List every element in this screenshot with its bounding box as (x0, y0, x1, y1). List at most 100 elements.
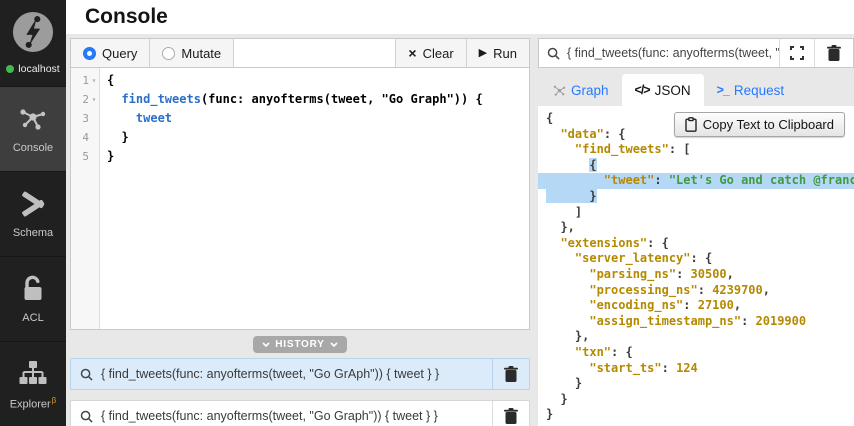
request-icon: >_ (717, 83, 729, 97)
server-status: localhost (6, 63, 59, 75)
query-mode-radio[interactable]: Query (71, 39, 150, 67)
json-line: "tweet": "Let's Go and catch @francesc (538, 173, 854, 189)
query-mode-label: Query (102, 46, 137, 61)
code-line[interactable]: find_tweets(func: anyofterms(tweet, "Go … (107, 90, 529, 109)
json-lines: { "data": { "find_tweets": [ { "tweet": … (538, 111, 854, 423)
results-panel: { find_tweets(func: anyofterms(tweet, "G… (538, 38, 854, 426)
dgraph-logo-icon (12, 11, 54, 58)
json-line: } (538, 392, 854, 408)
graph-icon (553, 84, 566, 97)
result-tabs: Graph </> JSON >_Request (538, 74, 854, 106)
trash-icon (827, 45, 841, 61)
delete-history-button[interactable] (492, 359, 529, 389)
history-query: { find_tweets(func: anyofterms(tweet, "G… (101, 367, 492, 381)
expand-icon (790, 46, 804, 60)
code-line[interactable]: } (107, 147, 529, 166)
json-line: "server_latency": { (538, 251, 854, 267)
sidebar-item-explorer[interactable]: Explorerβ (0, 341, 66, 426)
main-area: Console Query Mutate × Cl (66, 0, 854, 426)
play-icon: ▶ (479, 48, 487, 59)
json-line: { (538, 158, 854, 174)
graph-network-icon (18, 104, 48, 134)
code-line[interactable]: { (107, 71, 529, 90)
json-line: ] (538, 205, 854, 221)
tab-label: Graph (571, 83, 609, 98)
history-item[interactable]: { find_tweets(func: anyofterms(tweet, "G… (70, 400, 530, 426)
sidebar-item-label: ACL (22, 312, 43, 324)
editor-code[interactable]: { find_tweets(func: anyofterms(tweet, "G… (100, 68, 529, 329)
query-editor[interactable]: 1▾2▾345 { find_tweets(func: anyofterms(t… (70, 68, 530, 330)
line-number: 1▾ (71, 71, 99, 90)
mutate-mode-label: Mutate (181, 46, 221, 61)
sidebar-item-label: Schema (13, 227, 53, 239)
json-line: "start_ts": 124 (538, 361, 854, 377)
json-output: { "data": { "find_tweets": [ { "tweet": … (538, 106, 854, 426)
lock-icon (20, 274, 46, 304)
json-line: "assign_timestamp_ns": 2019900 (538, 314, 854, 330)
sidebar-item-schema[interactable]: Schema (0, 171, 66, 256)
search-icon (71, 368, 101, 381)
json-line: } (538, 376, 854, 392)
brand-block[interactable]: localhost (0, 0, 66, 86)
delete-history-button[interactable] (492, 401, 529, 426)
clipboard-icon (685, 117, 697, 132)
run-button[interactable]: ▶ Run (466, 39, 529, 67)
fold-arrow-icon[interactable]: ▾ (89, 90, 99, 109)
query-toolbar: Query Mutate × Clear ▶ Run (70, 38, 530, 68)
delete-result-button[interactable] (814, 39, 853, 67)
json-line: "extensions": { (538, 236, 854, 252)
history-bar: HISTORY (70, 330, 530, 358)
radio-selected-icon[interactable] (83, 47, 96, 60)
sidebar-nav: Console Schema ACL Explorerβ (0, 86, 66, 426)
json-line: "encoding_ns": 27100, (538, 298, 854, 314)
line-number: 4 (71, 128, 99, 147)
sidebar: localhost Console Schema ACL Explorerβ (0, 0, 66, 426)
fullscreen-button[interactable] (779, 39, 814, 67)
json-line: }, (538, 329, 854, 345)
beta-badge: β (52, 396, 57, 405)
sidebar-item-label: Explorerβ (10, 396, 57, 411)
app-window: localhost Console Schema ACL Explorerβ Cons… (0, 0, 854, 426)
copy-to-clipboard-button[interactable]: Copy Text to Clipboard (674, 112, 845, 137)
tab-label: JSON (655, 83, 691, 98)
json-line: "parsing_ns": 30500, (538, 267, 854, 283)
json-line: "txn": { (538, 345, 854, 361)
search-icon (539, 47, 567, 60)
json-line: } (538, 407, 854, 423)
result-query-bar: { find_tweets(func: anyofterms(tweet, "G… (538, 38, 854, 68)
search-icon (71, 410, 101, 423)
history-toggle[interactable]: HISTORY (253, 336, 347, 353)
editor-gutter: 1▾2▾345 (71, 68, 100, 329)
mutate-mode-radio[interactable]: Mutate (150, 39, 234, 67)
history-item[interactable]: { find_tweets(func: anyofterms(tweet, "G… (70, 358, 530, 390)
page-title: Console (85, 5, 168, 29)
code-line[interactable]: tweet (107, 109, 529, 128)
history-list: { find_tweets(func: anyofterms(tweet, "G… (70, 358, 530, 426)
line-number: 3 (71, 109, 99, 128)
sidebar-item-console[interactable]: Console (0, 86, 66, 171)
page-header: Console (66, 0, 854, 34)
line-number: 2▾ (71, 90, 99, 109)
fold-arrow-icon[interactable]: ▾ (89, 71, 99, 90)
copy-button-label: Copy Text to Clipboard (703, 117, 834, 132)
sidebar-item-label: Console (13, 142, 53, 154)
radio-unselected-icon[interactable] (162, 47, 175, 60)
sidebar-item-acl[interactable]: ACL (0, 256, 66, 341)
code-line[interactable]: } (107, 128, 529, 147)
tab-graph[interactable]: Graph (540, 74, 622, 106)
content-area: Query Mutate × Clear ▶ Run (66, 34, 854, 426)
server-label: localhost (18, 63, 59, 75)
tab-request[interactable]: >_Request (704, 74, 798, 106)
clear-label: Clear (423, 46, 454, 61)
sitemap-icon (19, 358, 47, 388)
json-icon: </> (635, 83, 650, 97)
history-label: HISTORY (275, 339, 325, 350)
tab-json[interactable]: </> JSON (622, 74, 704, 106)
history-query: { find_tweets(func: anyofterms(tweet, "G… (101, 409, 492, 423)
clear-button[interactable]: × Clear (395, 39, 465, 67)
query-panel: Query Mutate × Clear ▶ Run (70, 38, 530, 426)
schema-tools-icon (19, 189, 47, 219)
json-line: "processing_ns": 4239700, (538, 283, 854, 299)
toolbar-spacer (234, 39, 395, 67)
clear-icon: × (408, 46, 416, 60)
